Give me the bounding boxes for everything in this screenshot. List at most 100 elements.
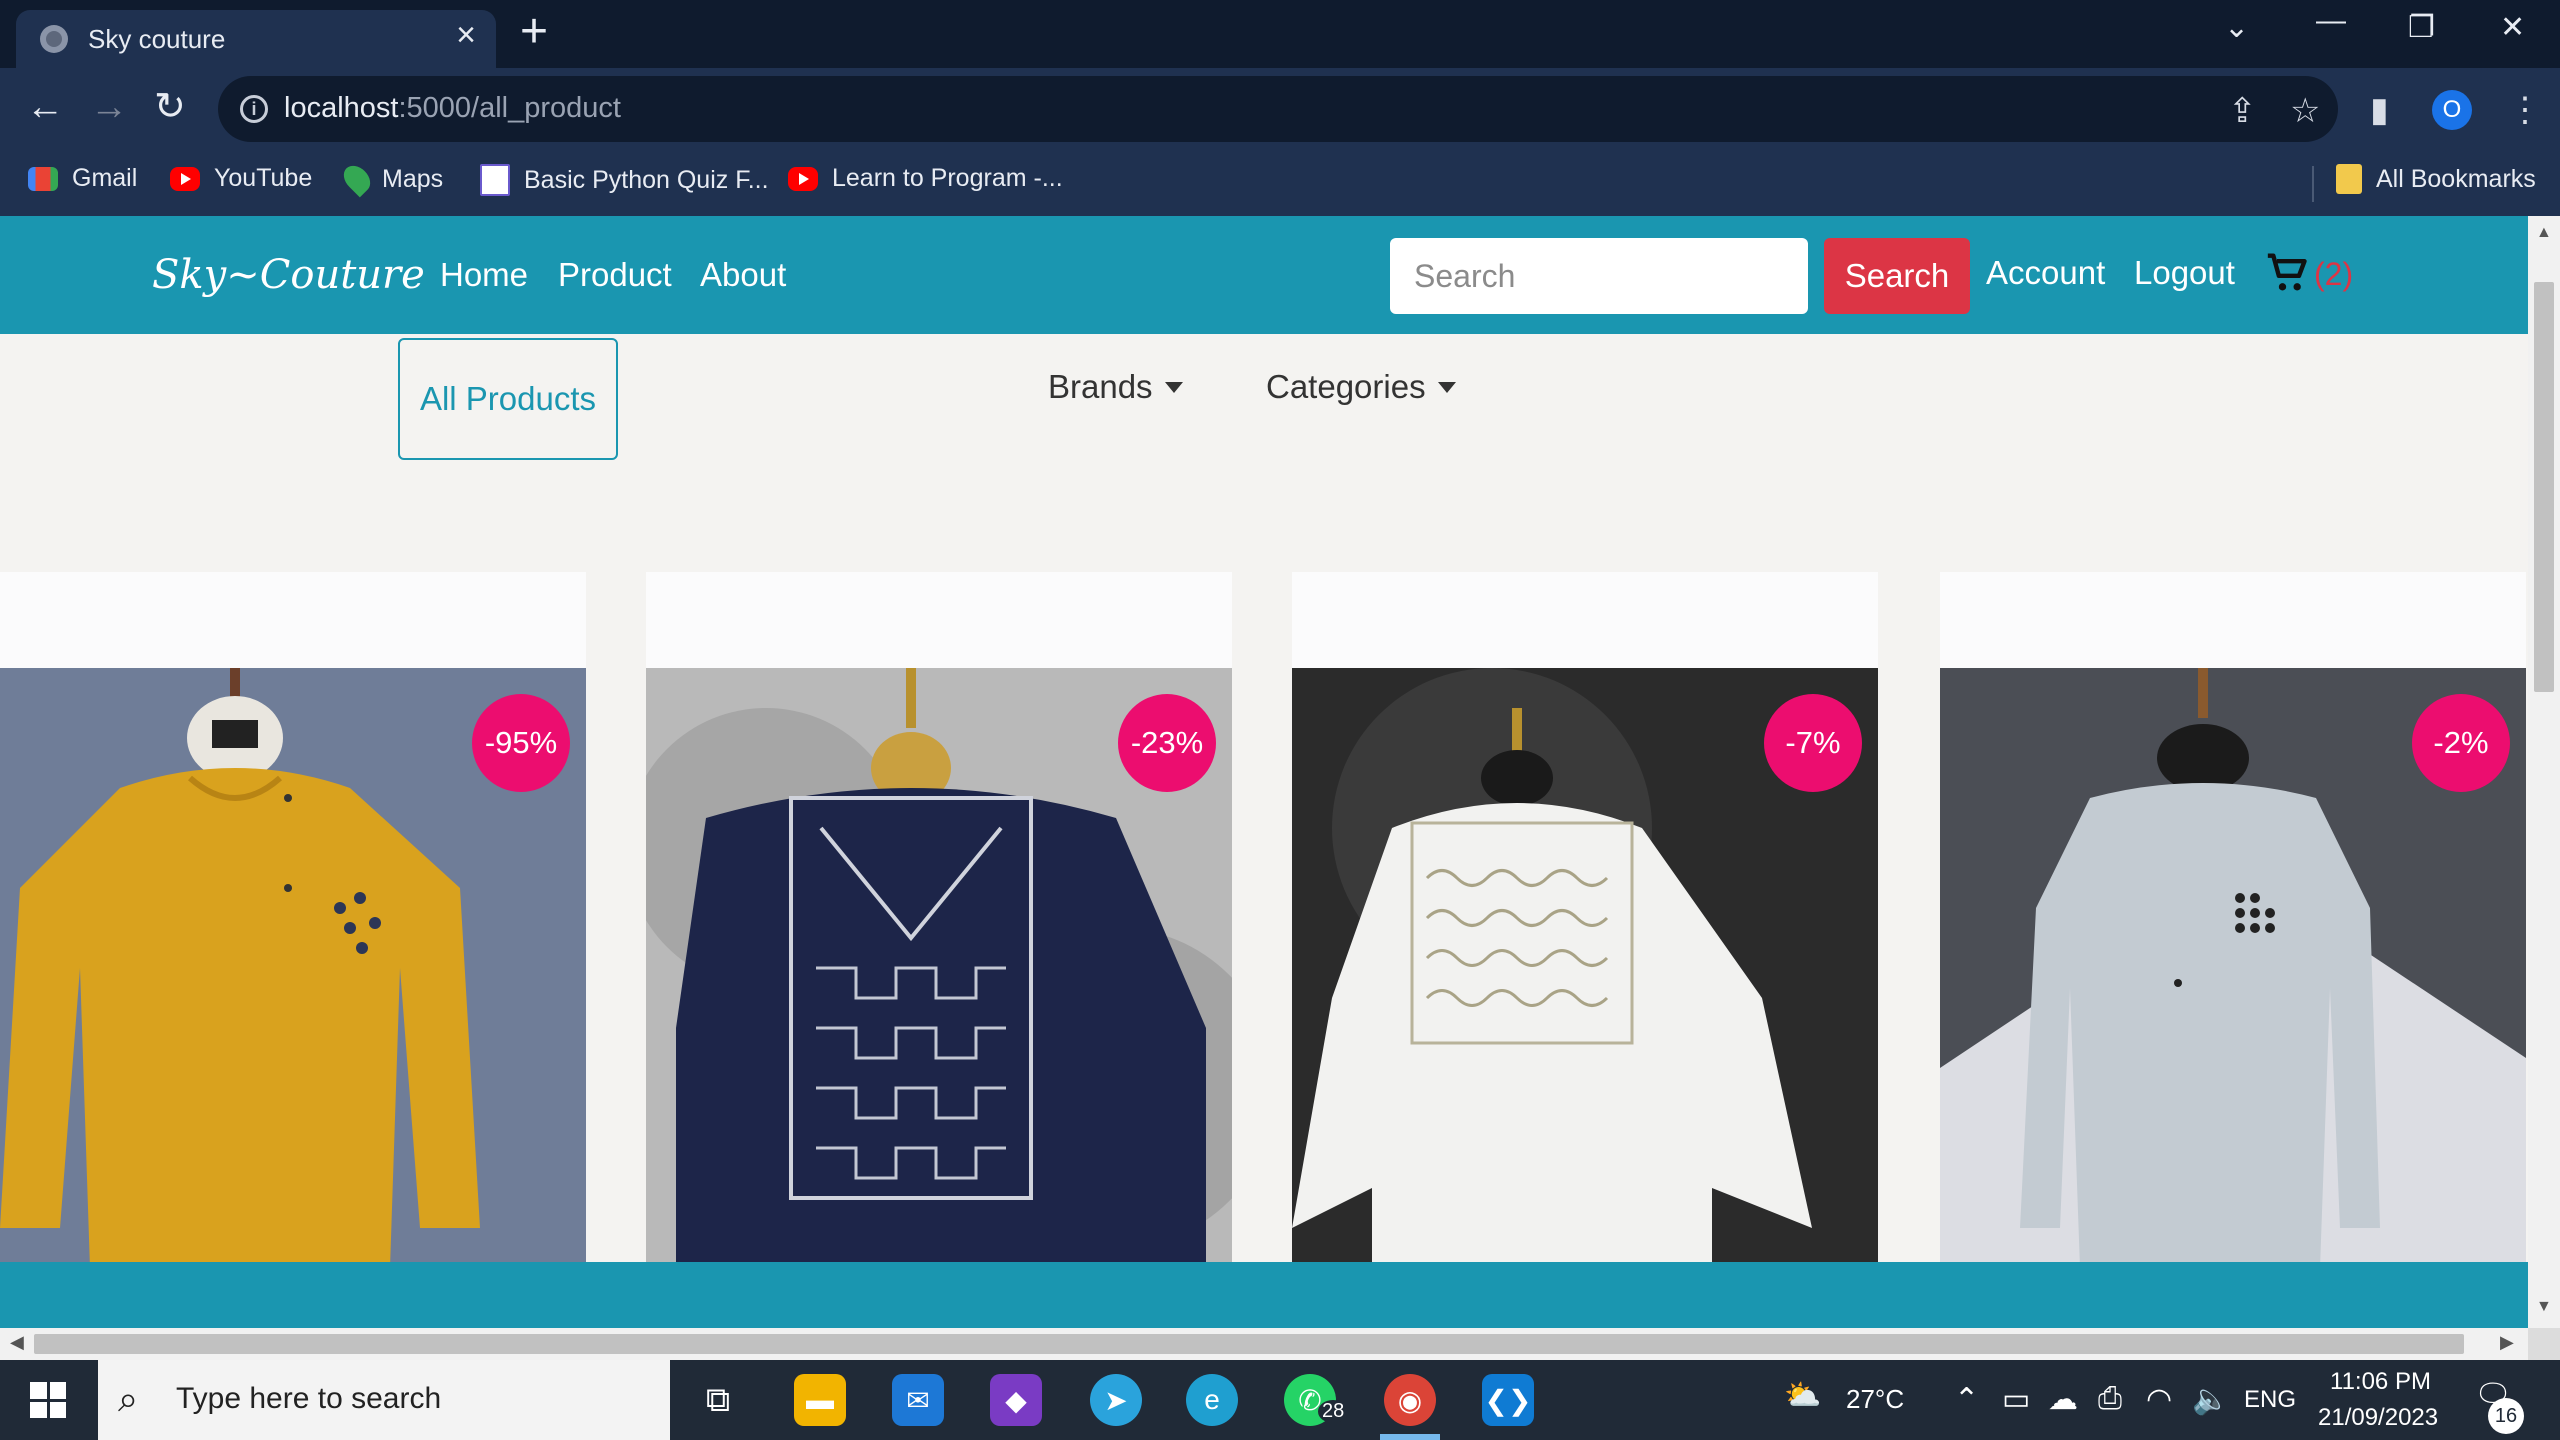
windows-start-icon[interactable]: [30, 1382, 66, 1418]
youtube-icon: [788, 166, 818, 191]
browser-tab-strip: Sky couture × + ⌄ — ❐ ✕: [0, 0, 2560, 68]
cart-link[interactable]: (2): [2266, 252, 2353, 296]
product-card[interactable]: -95%: [0, 572, 586, 1268]
product-search-input[interactable]: [1390, 238, 1808, 314]
clock-date[interactable]: 21/09/2023: [2318, 1404, 2438, 1432]
nav-about[interactable]: About: [700, 256, 786, 294]
product-image[interactable]: -2%: [1940, 668, 2526, 1268]
caret-down-icon: [1437, 381, 1456, 393]
nav-product[interactable]: Product: [558, 256, 672, 294]
all-products-button[interactable]: All Products: [398, 338, 618, 460]
caret-down-icon: [1164, 381, 1183, 393]
search-button[interactable]: Search: [1824, 238, 1970, 314]
battery-icon[interactable]: ▭: [2002, 1382, 2030, 1417]
site-navbar: Sky~Couture Home Product About Search Ac…: [0, 216, 2528, 334]
discount-badge: -23%: [1118, 694, 1216, 792]
product-image[interactable]: -95%: [0, 668, 586, 1268]
clock-time[interactable]: 11:06 PM: [2330, 1368, 2431, 1396]
weather-icon[interactable]: ⛅: [1784, 1378, 1821, 1413]
taskbar-search-placeholder: Type here to search: [176, 1382, 442, 1415]
bookmark-maps[interactable]: Maps: [338, 160, 443, 198]
tab-title: Sky couture: [88, 24, 226, 54]
window-close-icon[interactable]: ✕: [2500, 10, 2525, 45]
brands-dropdown[interactable]: Brands: [1048, 368, 1183, 406]
product-image[interactable]: -7%: [1292, 668, 1878, 1268]
notification-count: 16: [2488, 1398, 2524, 1434]
bookmark-star-icon[interactable]: ☆: [2290, 91, 2320, 131]
share-icon[interactable]: ⇪: [2228, 91, 2257, 131]
nav-account[interactable]: Account: [1986, 254, 2105, 292]
discount-badge: -2%: [2412, 694, 2510, 792]
cart-count: (2): [2314, 255, 2354, 292]
side-panel-icon[interactable]: ▮: [2370, 90, 2389, 130]
product-card[interactable]: -23%: [646, 572, 1232, 1268]
telegram-icon[interactable]: ➤: [1090, 1374, 1142, 1426]
edge-icon[interactable]: e: [1186, 1374, 1238, 1426]
vscode-icon[interactable]: ❮❯: [1482, 1374, 1534, 1426]
url-path: :5000/all_product: [398, 92, 621, 124]
forward-icon[interactable]: →: [90, 88, 128, 126]
maps-icon: [338, 160, 376, 198]
weather-temp[interactable]: 27°C: [1846, 1384, 1904, 1415]
device-icon[interactable]: ⎙: [2098, 1382, 2122, 1416]
page-viewport: Sky~Couture Home Product About Search Ac…: [0, 216, 2528, 1328]
folder-icon: [2336, 164, 2362, 194]
product-card[interactable]: -2%: [1940, 572, 2526, 1268]
footer-band: [0, 1262, 2528, 1328]
site-info-icon[interactable]: i: [240, 95, 268, 123]
vertical-scrollbar[interactable]: ▲ ▼: [2528, 216, 2560, 1328]
language-indicator[interactable]: ENG: [2244, 1386, 2296, 1414]
scroll-right-icon[interactable]: ▶: [2500, 1332, 2514, 1353]
minimize-icon[interactable]: —: [2316, 4, 2346, 38]
reload-icon[interactable]: ↻: [154, 88, 186, 126]
restore-icon[interactable]: ❐: [2408, 10, 2435, 45]
horizontal-scrollbar[interactable]: ◀ ▶: [0, 1328, 2528, 1360]
categories-dropdown[interactable]: Categories: [1266, 368, 1456, 406]
nav-home[interactable]: Home: [440, 256, 528, 294]
search-icon: ⌕: [118, 1378, 139, 1419]
all-bookmarks[interactable]: All Bookmarks: [2336, 164, 2536, 194]
bookmark-learn-to-program[interactable]: Learn to Program -...: [788, 164, 1063, 193]
scroll-down-icon[interactable]: ▼: [2536, 1298, 2552, 1316]
app-launcher-icon[interactable]: ◆: [990, 1374, 1042, 1426]
menu-kebab-icon[interactable]: ⋮: [2508, 90, 2542, 130]
mail-icon[interactable]: ✉: [892, 1374, 944, 1426]
product-card[interactable]: -7%: [1292, 572, 1878, 1268]
onedrive-icon[interactable]: ☁: [2048, 1382, 2078, 1417]
scroll-up-icon[interactable]: ▲: [2536, 224, 2552, 242]
chrome-icon[interactable]: ◉: [1384, 1374, 1436, 1426]
file-explorer-icon[interactable]: ▬: [794, 1374, 846, 1426]
back-icon[interactable]: ←: [26, 88, 64, 126]
task-view-icon[interactable]: ⧉: [692, 1374, 744, 1426]
product-image[interactable]: -23%: [646, 668, 1232, 1268]
show-hidden-icons-icon[interactable]: ⌃: [1954, 1382, 1979, 1417]
new-tab-icon[interactable]: +: [520, 8, 548, 56]
discount-badge: -7%: [1764, 694, 1862, 792]
profile-avatar[interactable]: O: [2432, 90, 2472, 130]
volume-icon[interactable]: 🔈: [2192, 1382, 2229, 1417]
wifi-icon[interactable]: ◠: [2146, 1382, 2172, 1417]
site-brand[interactable]: Sky~Couture: [152, 252, 425, 298]
horizontal-scroll-thumb[interactable]: [34, 1334, 2464, 1354]
scrollbar-corner: [2528, 1328, 2560, 1360]
tab-search-chevron-icon[interactable]: ⌄: [2224, 10, 2249, 45]
browser-tab[interactable]: Sky couture ×: [16, 10, 496, 68]
windows-taskbar: ⌕ Type here to search ⧉ ▬ ✉ ◆ ➤ e ✆ 28 ◉…: [0, 1360, 2560, 1440]
cart-icon: [2267, 253, 2307, 291]
discount-badge: -95%: [472, 694, 570, 792]
address-bar[interactable]: i localhost:5000/all_product ⇪ ☆: [218, 76, 2338, 142]
bookmark-gmail[interactable]: Gmail: [28, 164, 137, 193]
nav-logout[interactable]: Logout: [2134, 254, 2235, 292]
quiz-icon: [480, 164, 510, 196]
youtube-icon: [170, 166, 200, 191]
bookmark-youtube[interactable]: YouTube: [170, 164, 312, 193]
taskbar-search-box[interactable]: ⌕ Type here to search: [98, 1360, 670, 1440]
browser-toolbar: ← → ↻ i localhost:5000/all_product ⇪ ☆ ▮…: [0, 68, 2560, 152]
bookmark-python-quiz[interactable]: Basic Python Quiz F...: [480, 164, 769, 196]
close-tab-icon[interactable]: ×: [456, 18, 476, 52]
scroll-left-icon[interactable]: ◀: [10, 1332, 24, 1353]
bookmarks-bar: Gmail YouTube Maps Basic Python Quiz F..…: [0, 152, 2560, 216]
url-host: localhost: [284, 92, 399, 124]
gmail-icon: [28, 166, 58, 191]
vertical-scroll-thumb[interactable]: [2534, 282, 2554, 692]
